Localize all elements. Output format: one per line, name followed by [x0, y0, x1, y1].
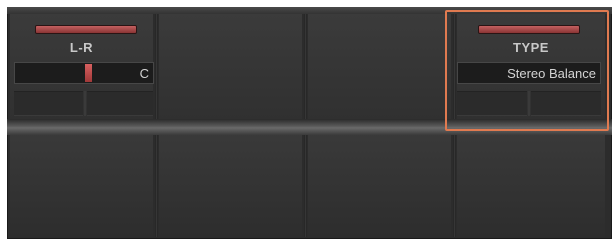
channel-strip-3-lower[interactable] — [308, 131, 451, 237]
channel-strip-3-upper — [308, 14, 451, 122]
type-highlight-frame — [445, 10, 609, 131]
channel-strip-2-lower[interactable] — [159, 131, 302, 237]
pan-value: C — [139, 66, 149, 81]
channel-1-slot-a[interactable] — [14, 91, 83, 116]
pan-position-marker[interactable] — [85, 64, 92, 82]
pan-label: L-R — [69, 40, 94, 55]
channel-1-slot-separator — [84, 91, 86, 116]
channel-strip-2-upper — [159, 14, 302, 122]
pan-control[interactable]: C — [14, 62, 154, 84]
channel-1-indicator-bar — [36, 26, 136, 33]
channel-1-slot-b[interactable] — [87, 91, 153, 116]
channel-strip-4-lower[interactable] — [457, 131, 605, 237]
channel-strip-1-lower[interactable] — [10, 131, 153, 237]
